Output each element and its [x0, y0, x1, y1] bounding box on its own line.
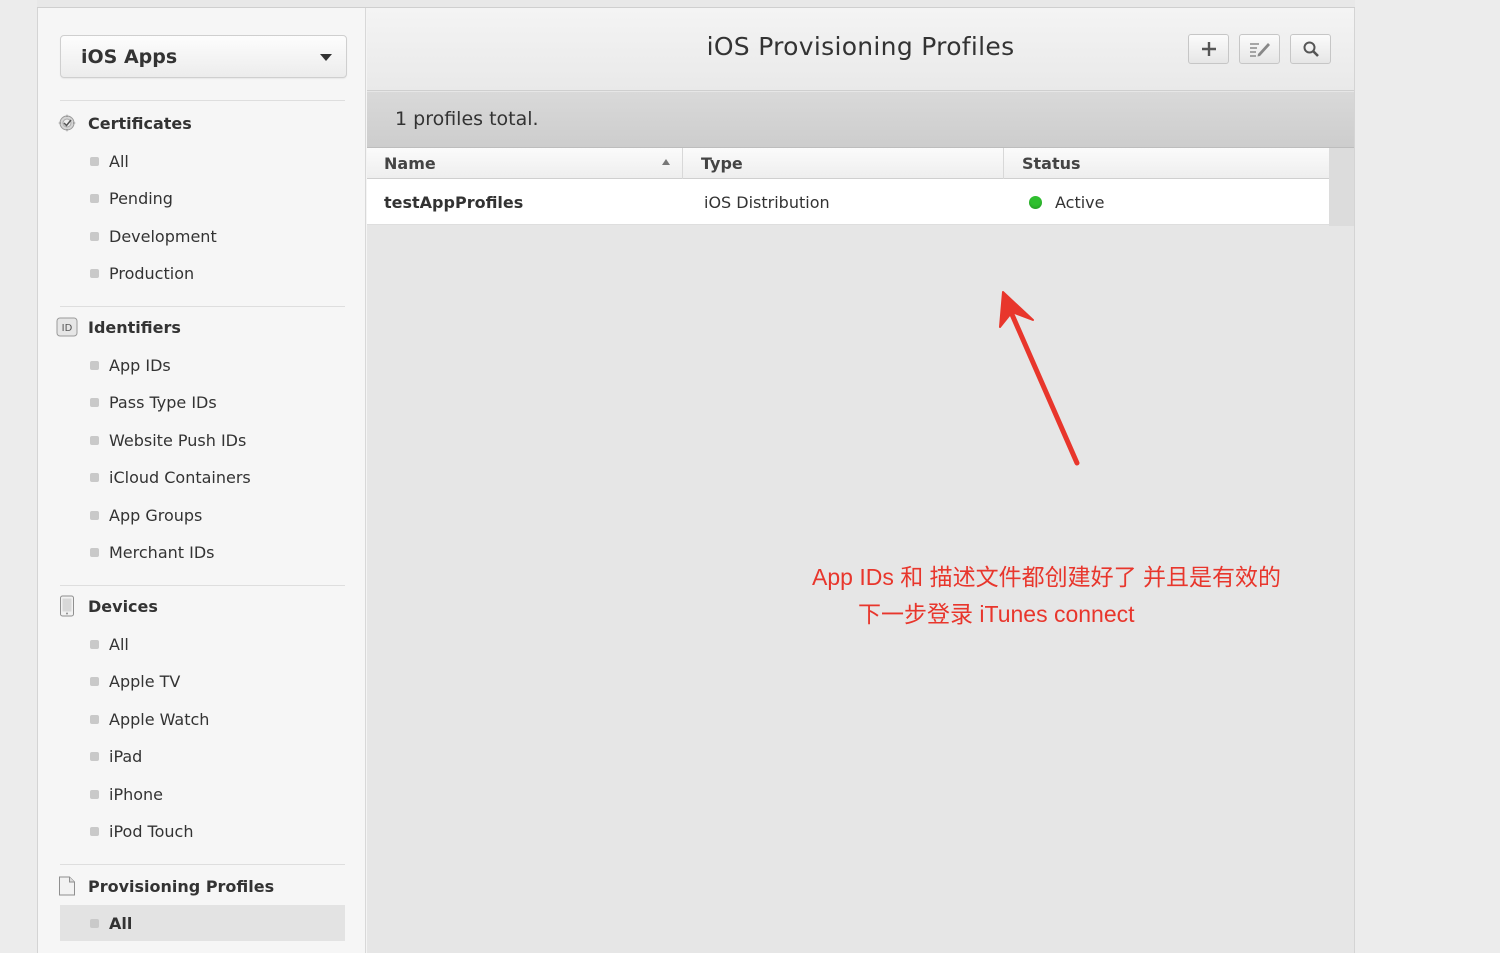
platform-dropdown-label: iOS Apps: [81, 46, 178, 68]
device-icon: [56, 595, 78, 617]
bullet-icon: [90, 918, 99, 928]
bullet-icon: [90, 676, 99, 686]
annotation-line-2: 下一步登录 iTunes connect: [858, 601, 1135, 627]
sidebar-item-label: Development: [109, 226, 217, 246]
sidebar-item-ipad[interactable]: iPad: [60, 738, 345, 774]
bullet-icon: [90, 751, 99, 761]
svg-text:ID: ID: [62, 323, 73, 334]
sidebar-item-pass-type-ids[interactable]: Pass Type IDs: [60, 384, 345, 420]
divider: [60, 100, 345, 101]
bullet-icon: [90, 472, 99, 482]
sidebar-item-label: iCloud Containers: [109, 467, 251, 487]
sidebar-item-icloud-containers[interactable]: iCloud Containers: [60, 459, 345, 495]
document-icon: [56, 875, 78, 897]
chevron-down-icon: [320, 54, 332, 61]
bullet-icon: [90, 639, 99, 649]
sidebar-item-label: All: [109, 151, 129, 171]
platform-dropdown[interactable]: iOS Apps: [60, 35, 347, 78]
sidebar-item-website-push-ids[interactable]: Website Push IDs: [60, 422, 345, 458]
sidebar-item-label: iPhone: [109, 784, 164, 804]
divider: [60, 864, 345, 865]
sidebar-item-profiles-all[interactable]: All: [60, 905, 345, 941]
sidebar-item-pending[interactable]: Pending: [60, 180, 345, 216]
sidebar-item-label: All: [109, 634, 129, 654]
certificate-icon: [56, 112, 78, 134]
sidebar-item-ipod-touch[interactable]: iPod Touch: [60, 813, 345, 849]
bullet-icon: [90, 193, 99, 203]
sidebar-item-label: Pass Type IDs: [109, 392, 217, 412]
section-certificates: Certificates: [56, 110, 192, 136]
annotation-arrow-icon: [999, 291, 1080, 466]
divider: [60, 585, 345, 586]
sidebar-item-app-groups[interactable]: App Groups: [60, 497, 345, 533]
sidebar-item-devices-all[interactable]: All: [60, 626, 345, 662]
bullet-icon: [90, 397, 99, 407]
sidebar-item-label: iPod Touch: [109, 821, 194, 841]
bullet-icon: [90, 789, 99, 799]
sidebar-item-label: iPad: [109, 746, 143, 766]
sidebar-item-label: Apple Watch: [109, 709, 210, 729]
main-panel: iOS Provisioning Profiles 1 profiles tot…: [367, 8, 1354, 953]
annotation-line-1: App IDs 和 描述文件都创建好了 并且是有效的: [812, 564, 1281, 590]
sidebar-item-label: App IDs: [109, 355, 171, 375]
sidebar-item-apple-tv[interactable]: Apple TV: [60, 663, 345, 699]
bullet-icon: [90, 510, 99, 520]
sidebar-item-label: Pending: [109, 188, 173, 208]
sidebar-item-label: Website Push IDs: [109, 430, 247, 450]
bullet-icon: [90, 547, 99, 557]
sidebar-item-development[interactable]: Development: [60, 218, 345, 254]
bullet-icon: [90, 714, 99, 724]
sidebar: iOS Apps Certificates All Pending Develo…: [38, 8, 366, 953]
bullet-icon: [90, 435, 99, 445]
section-devices: Devices: [56, 593, 158, 619]
section-title: Identifiers: [88, 317, 181, 337]
sidebar-item-app-ids[interactable]: App IDs: [60, 347, 345, 383]
sidebar-item-label: Production: [109, 263, 195, 283]
sidebar-item-iphone[interactable]: iPhone: [60, 776, 345, 812]
sidebar-item-certificates-all[interactable]: All: [60, 143, 345, 179]
sidebar-item-label: Merchant IDs: [109, 542, 215, 562]
window-top-edge: [37, 0, 1355, 8]
section-identifiers: ID Identifiers: [56, 314, 181, 340]
sidebar-item-production[interactable]: Production: [60, 255, 345, 291]
bullet-icon: [90, 156, 99, 166]
divider: [60, 306, 345, 307]
section-title: Devices: [88, 596, 158, 616]
bullet-icon: [90, 360, 99, 370]
sidebar-item-label: All: [109, 913, 133, 933]
bullet-icon: [90, 826, 99, 836]
section-title: Certificates: [88, 113, 192, 133]
sidebar-item-label: App Groups: [109, 505, 203, 525]
sidebar-item-merchant-ids[interactable]: Merchant IDs: [60, 534, 345, 570]
bullet-icon: [90, 231, 99, 241]
bullet-icon: [90, 268, 99, 278]
section-title: Provisioning Profiles: [88, 876, 275, 896]
section-provisioning-profiles: Provisioning Profiles: [56, 873, 274, 899]
annotation-note: App IDs 和 描述文件都创建好了 并且是有效的 下一步登录 iTunes …: [812, 559, 1332, 633]
sidebar-item-apple-watch[interactable]: Apple Watch: [60, 701, 345, 737]
sidebar-item-label: Apple TV: [109, 671, 181, 691]
id-badge-icon: ID: [56, 316, 78, 338]
